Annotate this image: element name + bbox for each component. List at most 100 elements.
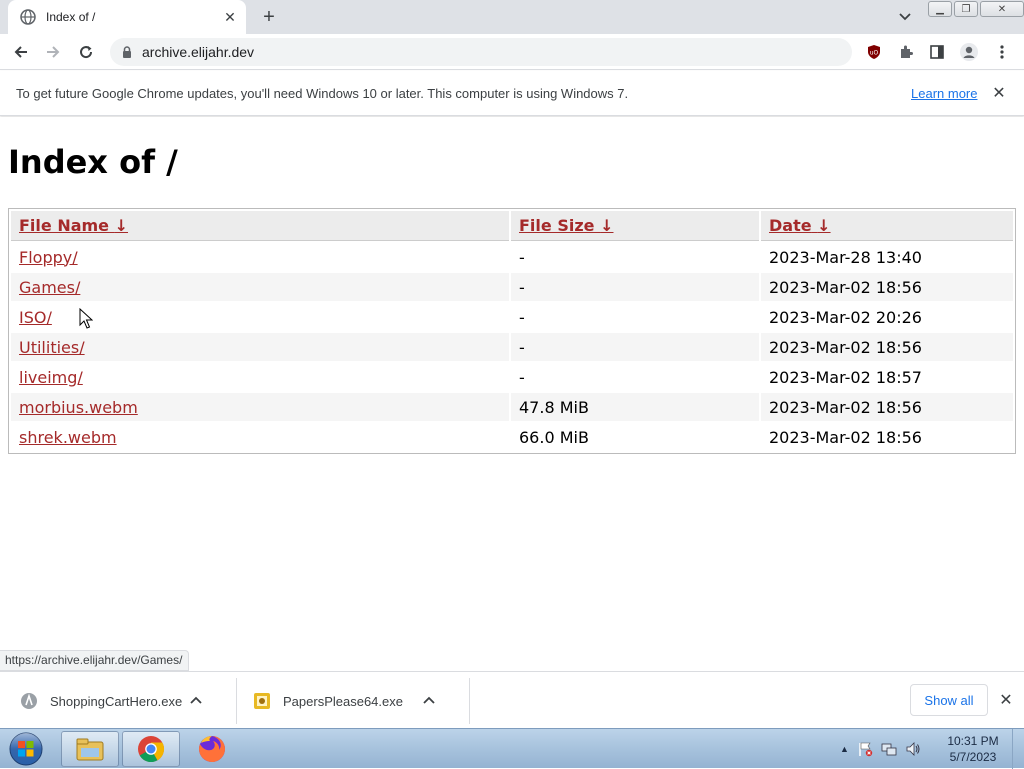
reload-icon[interactable] (75, 41, 97, 63)
sort-date-link[interactable]: Date ↓ (769, 216, 831, 235)
page-title: Index of / (8, 143, 178, 181)
table-row: Utilities/ - 2023-Mar-02 18:56 (11, 333, 1013, 361)
tab-search-chevron-icon[interactable] (895, 8, 915, 26)
column-header-file-size[interactable]: File Size ↓ (511, 211, 759, 241)
file-name-cell: morbius.webm (11, 393, 509, 421)
table-header-row: File Name ↓ File Size ↓ Date ↓ (11, 211, 1013, 241)
lock-icon[interactable] (120, 45, 134, 59)
network-icon[interactable] (881, 741, 897, 757)
file-date-cell: 2023-Mar-02 18:56 (761, 333, 1013, 361)
exe-icon (253, 692, 271, 710)
file-link[interactable]: Utilities/ (19, 338, 85, 357)
address-bar[interactable]: archive.elijahr.dev (110, 38, 852, 66)
file-link[interactable]: shrek.webm (19, 428, 117, 447)
file-name-cell: Games/ (11, 273, 509, 301)
file-size-cell: 66.0 MiB (519, 427, 589, 447)
table-row: Floppy/ - 2023-Mar-28 13:40 (11, 243, 1013, 271)
explorer-taskbar-button[interactable] (61, 731, 119, 767)
show-all-downloads-button[interactable]: Show all (910, 684, 988, 716)
sort-file-size-link[interactable]: File Size ↓ (519, 216, 613, 235)
app-icon (20, 692, 38, 710)
explorer-icon (76, 738, 104, 761)
download-filename: PapersPlease64.exe (283, 693, 403, 709)
mouse-cursor-icon (79, 308, 93, 329)
file-size-cell: - (511, 333, 759, 361)
menu-kebab-icon[interactable] (991, 41, 1013, 63)
column-header-file-name[interactable]: File Name ↓ (11, 211, 509, 241)
chrome-taskbar-button[interactable] (122, 731, 180, 767)
file-date-cell: 2023-Mar-02 18:56 (769, 427, 922, 447)
window-close-button[interactable]: ✕ (980, 1, 1024, 17)
tray-expand-icon[interactable]: ▲ (840, 744, 849, 754)
file-size-cell: - (519, 367, 525, 387)
volume-icon[interactable] (905, 741, 921, 757)
start-button[interactable] (4, 731, 48, 767)
download-item[interactable]: PapersPlease64.exe (233, 678, 435, 724)
profile-avatar-icon[interactable] (958, 41, 980, 63)
download-shelf-close-icon[interactable]: ✕ (996, 690, 1016, 710)
download-item[interactable]: ShoppingCartHero.exe (0, 678, 202, 724)
file-date-cell: 2023-Mar-28 13:40 (769, 247, 922, 267)
chrome-icon (138, 736, 165, 763)
new-tab-button[interactable]: + (258, 6, 280, 28)
sort-file-name-link[interactable]: File Name ↓ (19, 216, 128, 235)
restore-button[interactable]: ❐ (954, 1, 978, 17)
svg-text:uO: uO (870, 50, 879, 57)
file-size-cell: - (519, 307, 525, 327)
extensions-puzzle-icon[interactable] (895, 41, 917, 63)
file-list-table: File Name ↓ File Size ↓ Date ↓ Floppy/ -… (8, 208, 1016, 454)
chevron-up-icon[interactable] (423, 695, 435, 707)
file-size-cell: - (511, 273, 759, 301)
file-date-cell: 2023-Mar-02 18:56 (761, 273, 1013, 301)
file-date-cell: 2023-Mar-02 18:57 (769, 367, 922, 387)
file-date-cell: 2023-Mar-02 18:56 (761, 393, 1013, 421)
chrome-update-infobar: To get future Google Chrome updates, you… (0, 71, 1024, 116)
file-link[interactable]: Floppy/ (19, 248, 78, 267)
firefox-icon (199, 736, 225, 762)
table-row: ISO/ - 2023-Mar-02 20:26 (11, 303, 1013, 331)
windows-taskbar: ▲ 10:31 PM 5/7/2023 (0, 728, 1024, 769)
file-name-cell: Floppy/ (11, 243, 509, 271)
file-date-cell: 2023-Mar-02 20:26 (769, 307, 922, 327)
file-link[interactable]: Games/ (19, 278, 80, 297)
file-name-cell: Utilities/ (11, 333, 509, 361)
table-row: Games/ - 2023-Mar-02 18:56 (11, 273, 1013, 301)
infobar-close-icon[interactable]: ✕ (990, 84, 1008, 102)
page-content: Index of / File Name ↓ File Size ↓ Date … (0, 117, 1024, 671)
table-row: liveimg/ - 2023-Mar-02 18:57 (11, 363, 1013, 391)
ublock-extension-icon[interactable]: uO (863, 41, 885, 63)
side-panel-icon[interactable] (926, 41, 948, 63)
file-name-cell: shrek.webm (11, 423, 509, 451)
chevron-up-icon[interactable] (190, 695, 202, 707)
file-link[interactable]: liveimg/ (19, 368, 83, 387)
download-shelf: ShoppingCartHero.exe PapersPlease64.exe … (0, 671, 1024, 728)
show-desktop-button[interactable] (1012, 729, 1024, 769)
browser-tab[interactable]: Index of / ✕ (8, 0, 246, 34)
file-link[interactable]: ISO/ (19, 308, 52, 327)
tab-title: Index of / (46, 10, 96, 24)
tab-strip: Index of / ✕ + ▁ ❐ ✕ (0, 0, 1024, 34)
forward-arrow-icon[interactable] (42, 41, 64, 63)
table-row: morbius.webm 47.8 MiB 2023-Mar-02 18:56 (11, 393, 1013, 421)
clock-time: 10:31 PM (947, 734, 999, 748)
learn-more-link[interactable]: Learn more (911, 86, 977, 101)
download-filename: ShoppingCartHero.exe (50, 693, 183, 709)
back-arrow-icon[interactable] (10, 41, 32, 63)
table-row: shrek.webm 66.0 MiB 2023-Mar-02 18:56 (11, 423, 1013, 451)
globe-icon (20, 9, 36, 25)
file-name-cell: liveimg/ (11, 363, 509, 391)
tab-close-icon[interactable]: ✕ (222, 9, 238, 25)
taskbar-clock[interactable]: 10:31 PM 5/7/2023 (942, 733, 1004, 765)
download-divider (469, 678, 470, 724)
infobar-message: To get future Google Chrome updates, you… (16, 86, 629, 101)
file-size-cell: 47.8 MiB (511, 393, 759, 421)
system-tray: ▲ (840, 729, 921, 769)
address-url[interactable]: archive.elijahr.dev (142, 44, 254, 60)
clock-date: 5/7/2023 (949, 750, 997, 764)
minimize-button[interactable]: ▁ (928, 1, 952, 17)
link-status-bubble: https://archive.elijahr.dev/Games/ (0, 650, 190, 671)
column-header-date[interactable]: Date ↓ (761, 211, 1013, 241)
file-link[interactable]: morbius.webm (19, 398, 138, 417)
firefox-taskbar-button[interactable] (183, 731, 241, 767)
action-center-flag-icon[interactable] (857, 741, 873, 757)
